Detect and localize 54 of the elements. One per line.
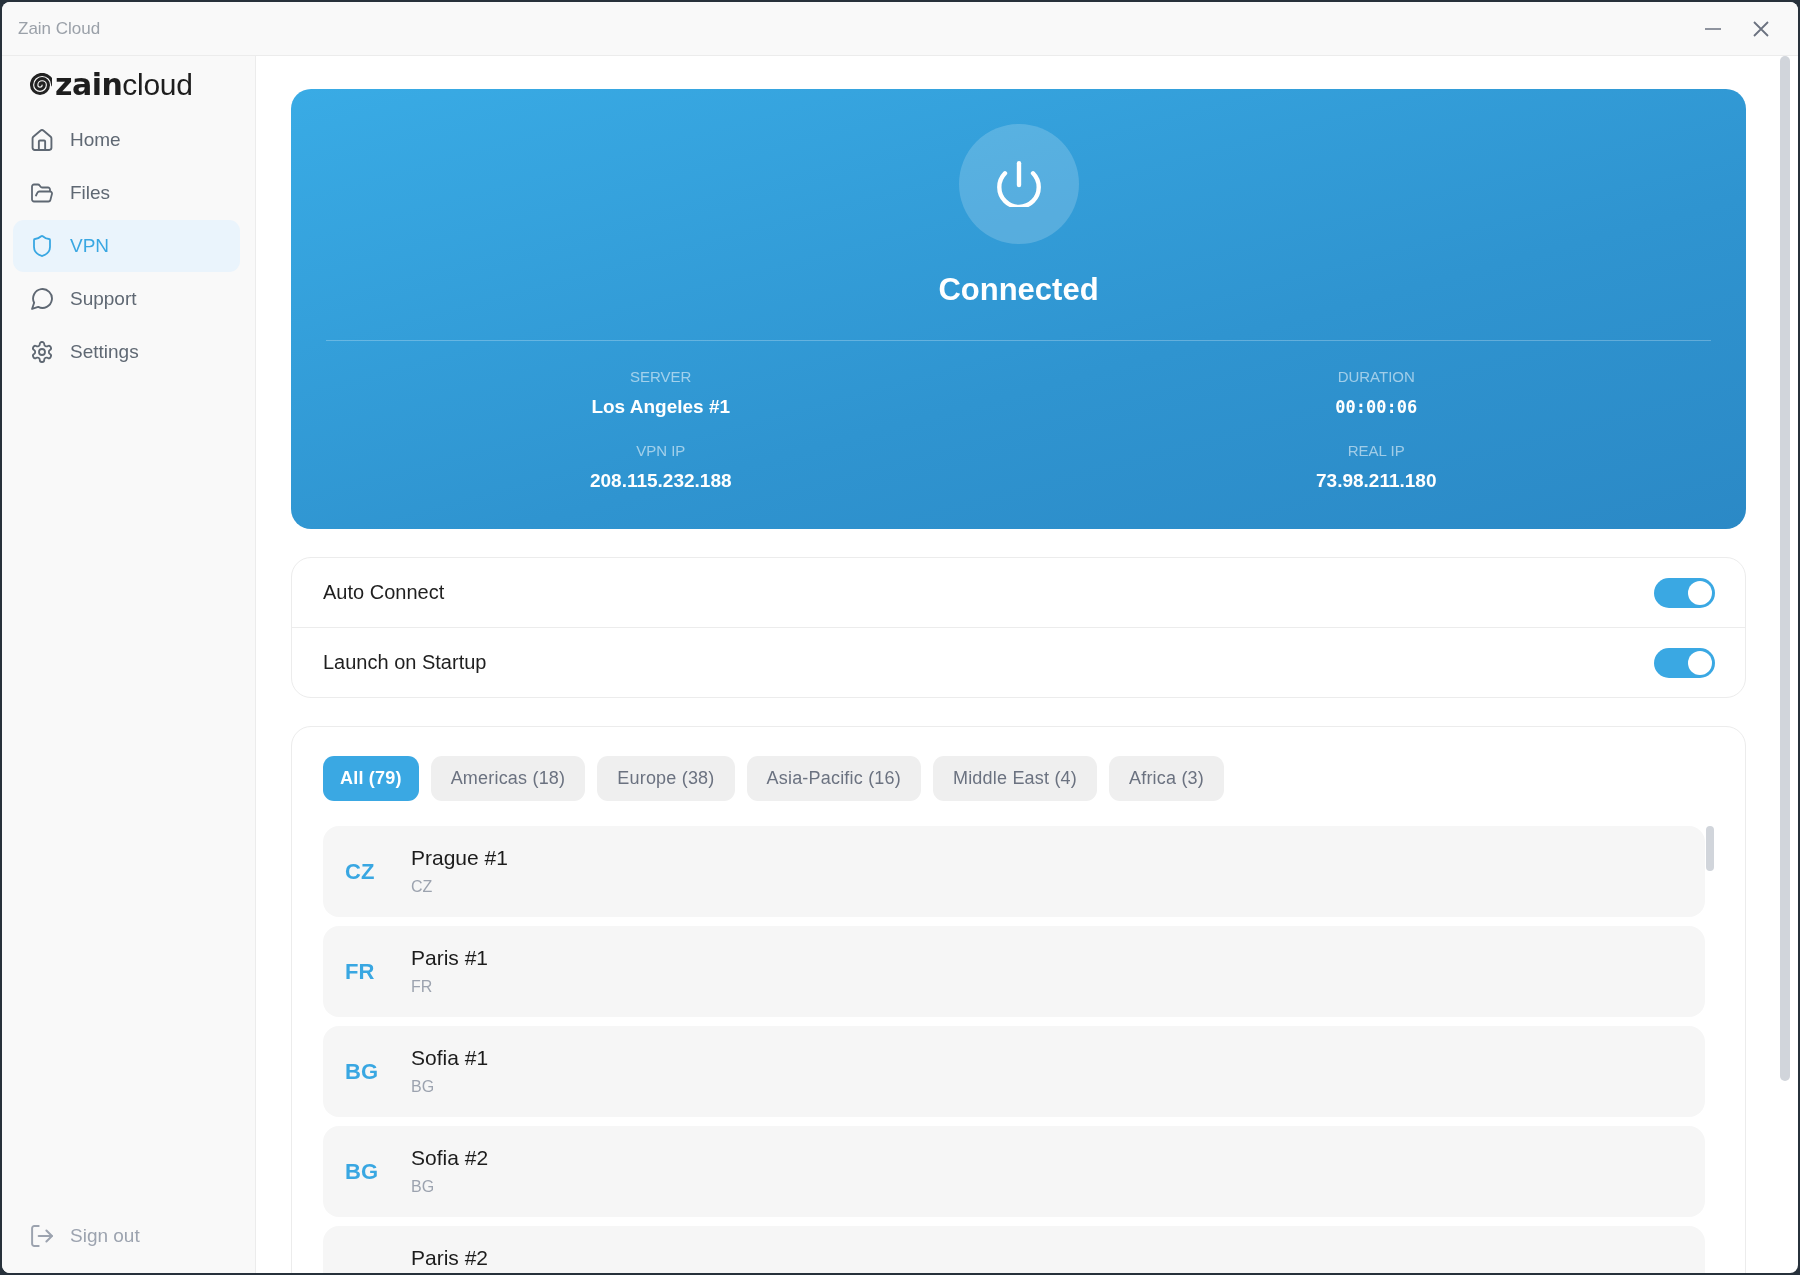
server-name: Sofia #2 xyxy=(411,1146,489,1170)
country-code: FR xyxy=(345,958,376,985)
filter-tab[interactable]: Americas (18) xyxy=(430,756,586,801)
server-row[interactable]: BG Sofia #2 BG xyxy=(323,1126,1705,1217)
minimize-icon xyxy=(1705,27,1721,30)
server-name: Prague #1 xyxy=(411,846,508,870)
country-label: FR xyxy=(411,978,434,996)
server-name: Paris #2 xyxy=(411,1246,489,1270)
filter-tab[interactable]: Middle East (4) xyxy=(932,756,1097,801)
folder-icon xyxy=(31,182,53,204)
sign-out-icon xyxy=(31,1225,53,1247)
shield-icon xyxy=(31,235,53,257)
setting-label: Launch on Startup xyxy=(323,651,487,674)
server-row[interactable]: CZ Prague #1 CZ xyxy=(323,826,1705,917)
swirl-icon xyxy=(28,73,52,97)
server-row[interactable]: BG Sofia #1 BG xyxy=(323,1026,1705,1117)
detail-value: 73.98.211.180 xyxy=(1316,470,1437,492)
toggle-switch[interactable] xyxy=(1654,577,1715,608)
country-label: BG xyxy=(411,1078,436,1096)
scrollbar-thumb[interactable] xyxy=(1780,56,1790,1081)
nav-item[interactable]: Support xyxy=(13,273,240,325)
window-title: Zain Cloud xyxy=(18,18,102,39)
setting-label: Auto Connect xyxy=(323,581,445,604)
toggle-switch[interactable] xyxy=(1654,647,1715,678)
detail-label: DURATION xyxy=(1337,368,1415,386)
speech-bubble-icon xyxy=(31,288,53,310)
country-code: CZ xyxy=(345,858,376,885)
country-code: BG xyxy=(345,1058,379,1085)
filter-tab[interactable]: Africa (3) xyxy=(1109,756,1225,801)
detail-label: REAL IP xyxy=(1347,442,1405,460)
country-code: BG xyxy=(345,1158,379,1185)
nav-item[interactable]: Home xyxy=(13,114,240,166)
power-icon xyxy=(996,161,1041,207)
detail-label: VPN IP xyxy=(636,442,686,460)
server-name: Sofia #1 xyxy=(411,1046,489,1070)
logo-wordmark: zaincloud xyxy=(55,70,193,100)
server-name: Paris #1 xyxy=(411,946,489,970)
detail-label: SERVER xyxy=(630,368,692,386)
nav-item[interactable]: Files xyxy=(13,167,240,219)
detail-value: 208.115.232.188 xyxy=(589,470,732,492)
settings-icon xyxy=(31,341,53,363)
filter-tab[interactable]: Asia-Pacific (16) xyxy=(746,756,921,801)
server-row[interactable]: FR Paris #1 FR xyxy=(323,926,1705,1017)
detail-value: 00:00:06 xyxy=(1335,396,1418,418)
close-icon xyxy=(1753,20,1769,37)
nav-item[interactable]: Settings xyxy=(13,326,240,378)
filter-tab[interactable]: Europe (38) xyxy=(597,756,735,801)
country-label: BG xyxy=(411,1178,436,1196)
house-icon xyxy=(31,129,53,151)
scrollbar-thumb[interactable] xyxy=(1706,826,1714,871)
detail-value: Los Angeles #1 xyxy=(591,396,731,418)
server-row[interactable]: Paris #2 xyxy=(323,1226,1705,1273)
connection-status: Connected xyxy=(938,272,1099,308)
country-label: CZ xyxy=(411,878,434,896)
